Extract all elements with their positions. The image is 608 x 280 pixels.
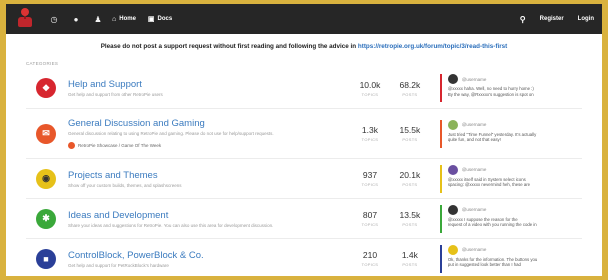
sub-category-icon	[68, 142, 75, 149]
nav-docs-label: Docs	[157, 16, 173, 22]
sub-category[interactable]: RetroPie Showcase / Game Of The Week	[68, 142, 342, 149]
category-description: Share your ideas and suggestions for Ret…	[68, 222, 274, 228]
notice-text: Please do not post a support request wit…	[100, 43, 357, 50]
life-ring-icon: ❖	[36, 78, 56, 98]
user-icon[interactable]: ♟	[90, 11, 106, 27]
latest-post[interactable]: @username Just tried "Time Funnel" yeste…	[439, 119, 582, 148]
posts-count: 13.5k	[399, 210, 421, 220]
category-title[interactable]: ControlBlock, PowerBlock & Co.	[68, 250, 342, 261]
latest-post[interactable]: @username @xxxxx I suppose the reason fo…	[439, 204, 582, 233]
avatar[interactable]	[447, 119, 458, 130]
posts-label: POSTS	[402, 182, 418, 187]
chip-icon: ■	[36, 248, 56, 269]
topics-label: TOPICS	[361, 137, 379, 142]
latest-user[interactable]: @username	[462, 122, 487, 127]
latest-post[interactable]: @username @xxxxx haha. Well, no need to …	[439, 74, 582, 102]
posts-label: POSTS	[402, 137, 418, 142]
lightbulb-icon: ✱	[36, 208, 56, 229]
home-icon: ⌂	[112, 15, 117, 23]
category-description: General discussion relating to using Ret…	[68, 131, 274, 136]
posts-count: 15.5k	[399, 125, 421, 135]
posts-label: POSTS	[402, 222, 418, 227]
category-title[interactable]: Projects and Themes	[68, 170, 342, 181]
navbar: ◷ ● ♟ ⌂ Home ▣ Docs ⚲ Register Login	[6, 4, 602, 34]
category-description: Get help and support for PetRockBlock's …	[68, 262, 169, 268]
avatar[interactable]	[447, 164, 458, 175]
nav-home-label: Home	[119, 16, 136, 22]
topics-count: 807	[362, 210, 378, 220]
topics-label: TOPICS	[361, 91, 379, 97]
topics-label: TOPICS	[361, 182, 379, 187]
category-description: Get help and support from other RetroPie…	[68, 92, 163, 97]
categories-heading: CATEGORIES	[26, 61, 59, 66]
latest-user[interactable]: @username	[462, 77, 487, 82]
topics-count: 1.3k	[361, 125, 378, 135]
category-title[interactable]: General Discussion and Gaming	[68, 118, 342, 129]
sub-category-label: RetroPie Showcase / Game Of The Week	[78, 143, 162, 148]
posts-count: 1.4k	[401, 250, 418, 260]
chat-icon: ✉	[36, 123, 56, 144]
latest-user[interactable]: @username	[462, 207, 487, 212]
posts-count: 68.2k	[399, 79, 421, 90]
avatar[interactable]	[447, 204, 458, 215]
retropie-logo[interactable]	[14, 8, 36, 30]
posts-label: POSTS	[402, 91, 418, 97]
category-list: ❖ Help and Support Get help and support …	[26, 68, 582, 276]
category-row[interactable]: ✱ Ideas and Development Share your ideas…	[26, 198, 582, 238]
latest-user[interactable]: @username	[462, 247, 487, 252]
category-row[interactable]: ◉ Projects and Themes Show off your cust…	[26, 158, 582, 198]
login-link[interactable]: Login	[578, 16, 594, 22]
category-row[interactable]: ✉ General Discussion and Gaming General …	[26, 108, 582, 158]
forum-window: ◷ ● ♟ ⌂ Home ▣ Docs ⚲ Register Login Ple…	[6, 4, 602, 276]
topics-count: 937	[362, 170, 378, 180]
latest-text: put in suggested look better than I had	[447, 262, 521, 267]
latest-text: request of a video with you running the …	[447, 222, 537, 227]
topics-label: TOPICS	[361, 262, 379, 267]
support-notice: Please do not post a support request wit…	[6, 43, 602, 53]
latest-text: quite fun, and not that easy!	[447, 137, 501, 142]
latest-user[interactable]: @username	[462, 167, 487, 172]
posts-count: 20.1k	[399, 170, 421, 180]
search-icon[interactable]: ⚲	[520, 15, 526, 24]
latest-text: By the way, @Rxxxxx's suggestion is spot…	[447, 91, 534, 97]
register-link[interactable]: Register	[540, 16, 564, 22]
notice-link[interactable]: https://retropie.org.uk/forum/topic/3/re…	[358, 43, 507, 50]
book-icon: ▣	[147, 16, 155, 23]
topics-label: TOPICS	[361, 222, 379, 227]
topics-count: 210	[362, 250, 378, 260]
latest-post[interactable]: @username Ok, thanks for the information…	[439, 244, 582, 273]
category-row[interactable]: ❖ Help and Support Get help and support …	[26, 68, 582, 108]
category-title[interactable]: Ideas and Development	[68, 210, 342, 221]
latest-text: spacing: @xxxxx nevermind heh, these are	[447, 182, 531, 187]
nav-docs[interactable]: ▣ Docs	[148, 15, 172, 23]
gamepad-icon: ◉	[36, 168, 56, 189]
nav-home[interactable]: ⌂ Home	[112, 16, 136, 23]
posts-label: POSTS	[402, 262, 418, 267]
category-description: Show off your custom builds, themes, and…	[68, 182, 182, 188]
latest-post[interactable]: @username @xxxxx itself said in System s…	[439, 164, 582, 193]
topics-count: 10.0k	[359, 79, 381, 90]
category-title[interactable]: Help and Support	[68, 79, 342, 90]
clock-icon[interactable]: ◷	[46, 11, 62, 27]
avatar[interactable]	[447, 244, 458, 255]
avatar[interactable]	[447, 74, 458, 84]
category-row[interactable]: ■ ControlBlock, PowerBlock & Co. Get hel…	[26, 238, 582, 276]
tag-icon[interactable]: ●	[68, 11, 84, 27]
